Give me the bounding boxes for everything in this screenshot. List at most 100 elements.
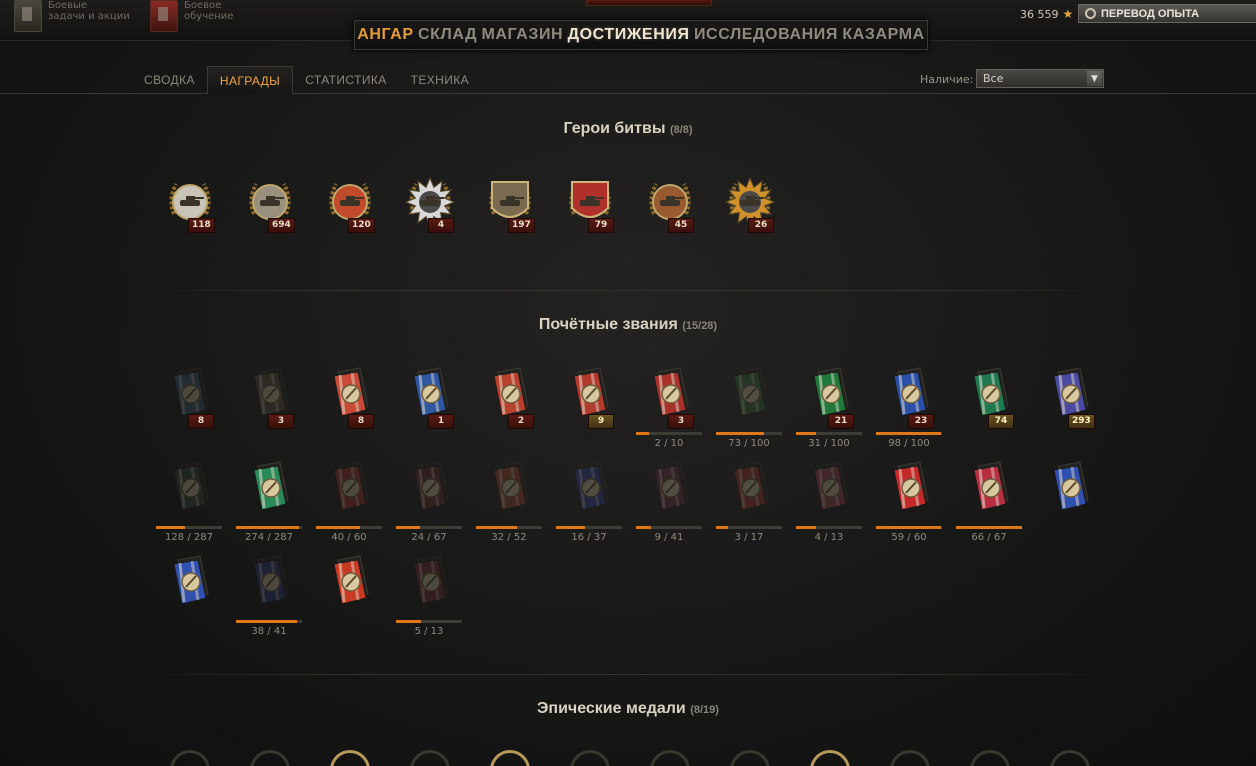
- progress-fill: [236, 526, 300, 529]
- epic-medal[interactable]: [890, 750, 930, 766]
- medal-icon: [170, 750, 210, 766]
- honor-medal[interactable]: 23 98 / 100: [876, 366, 944, 450]
- epic-medal[interactable]: [730, 750, 770, 766]
- progress-text: 3 / 17: [734, 532, 764, 543]
- progress-text: 2 / 10: [654, 438, 684, 449]
- honor-medal[interactable]: 24 / 67: [396, 460, 464, 544]
- honors-title-text: Почётные звания: [538, 316, 678, 333]
- honor-medal[interactable]: 2: [476, 366, 544, 450]
- filter-label: Наличие:: [920, 73, 974, 86]
- honor-medal[interactable]: 16 / 37: [556, 460, 624, 544]
- hero-medal[interactable]: 120: [316, 170, 384, 254]
- medal-count-badge: 4: [428, 218, 454, 233]
- medal-icon: [650, 750, 690, 766]
- epic-medal[interactable]: [810, 750, 850, 766]
- epic-medal[interactable]: [1050, 750, 1090, 766]
- hero-medal[interactable]: 45: [636, 170, 704, 254]
- honor-medal[interactable]: 38 / 41: [236, 554, 304, 638]
- availability-dropdown[interactable]: Все ▼: [976, 69, 1104, 88]
- honor-medal[interactable]: 66 / 67: [956, 460, 1024, 544]
- hero-medal[interactable]: 4: [396, 170, 464, 254]
- medal-icon: [730, 750, 770, 766]
- nav-barracks[interactable]: КАЗАРМА: [842, 26, 924, 44]
- tab-vehicles[interactable]: ТЕХНИКА: [399, 66, 481, 93]
- honor-medal[interactable]: 8: [316, 366, 384, 450]
- progress-text: 32 / 52: [491, 532, 527, 543]
- honor-medal[interactable]: 5 / 13: [396, 554, 464, 638]
- honor-medal[interactable]: 74: [956, 366, 1024, 450]
- progress-bar: [636, 432, 702, 435]
- progress-bar: [316, 526, 382, 529]
- honor-medal[interactable]: 21 31 / 100: [796, 366, 864, 450]
- honor-medal[interactable]: 1: [396, 366, 464, 450]
- epic-medal[interactable]: [970, 750, 1010, 766]
- medal-count-badge: 9: [588, 414, 614, 429]
- progress-fill: [156, 526, 186, 529]
- honor-medal[interactable]: 8: [156, 366, 224, 450]
- hero-medal[interactable]: 694: [236, 170, 304, 254]
- honor-medal[interactable]: 3 2 / 10: [636, 366, 704, 450]
- missions-label: Боевые задачи и акции: [48, 0, 130, 22]
- section-divider: [140, 290, 1116, 291]
- epic-count: (8/19): [690, 704, 719, 716]
- hero-medal[interactable]: 118: [156, 170, 224, 254]
- honor-medal[interactable]: [156, 554, 224, 638]
- hero-medal[interactable]: 197: [476, 170, 544, 254]
- hero-medal[interactable]: 79: [556, 170, 624, 254]
- honor-medal[interactable]: 73 / 100: [716, 366, 784, 450]
- progress-bar: [716, 432, 782, 435]
- honor-medal[interactable]: [1036, 460, 1104, 544]
- nav-hangar[interactable]: АНГАР: [357, 26, 413, 44]
- honor-medal[interactable]: 4 / 13: [796, 460, 864, 544]
- honor-medal[interactable]: 274 / 287: [236, 460, 304, 544]
- star-icon: ★: [1062, 7, 1074, 21]
- honor-medal[interactable]: 9 / 41: [636, 460, 704, 544]
- missions-icon: [14, 0, 42, 32]
- epic-medal[interactable]: [330, 750, 370, 766]
- epic-medal[interactable]: [650, 750, 690, 766]
- exchange-icon: [1085, 8, 1096, 19]
- tab-summary[interactable]: СВОДКА: [132, 66, 207, 93]
- honors-count: (15/28): [682, 320, 718, 332]
- hero-medal[interactable]: 26: [716, 170, 784, 254]
- honor-medal[interactable]: 59 / 60: [876, 460, 944, 544]
- honor-medal[interactable]: 3 / 17: [716, 460, 784, 544]
- honor-medal[interactable]: 3: [236, 366, 304, 450]
- nav-research[interactable]: ИССЛЕДОВАНИЯ: [694, 26, 838, 44]
- epic-medal[interactable]: [250, 750, 290, 766]
- epic-title-text: Эпические медали: [537, 700, 686, 717]
- nav-achievements[interactable]: ДОСТИЖЕНИЯ: [568, 26, 690, 44]
- epic-medal[interactable]: [570, 750, 610, 766]
- tab-statistics[interactable]: СТАТИСТИКА: [293, 66, 398, 93]
- epic-medal[interactable]: [410, 750, 450, 766]
- honor-medal[interactable]: 40 / 60: [316, 460, 384, 544]
- progress-text: 9 / 41: [654, 532, 684, 543]
- epic-medal[interactable]: [170, 750, 210, 766]
- battle-button-edge[interactable]: [586, 0, 712, 6]
- medal-icon: [410, 750, 450, 766]
- honor-medal[interactable]: 9: [556, 366, 624, 450]
- medal-count-badge: 118: [188, 218, 215, 233]
- nav-depot[interactable]: СКЛАД: [418, 26, 477, 44]
- progress-text: 274 / 287: [245, 532, 293, 543]
- progress-fill: [636, 526, 651, 529]
- honor-medal[interactable]: 128 / 287: [156, 460, 224, 544]
- medal-icon: [970, 750, 1010, 766]
- honor-medal[interactable]: 32 / 52: [476, 460, 544, 544]
- battle-missions-button[interactable]: Боевые задачи и акции: [14, 0, 130, 36]
- progress-fill: [316, 526, 361, 529]
- progress-text: 128 / 287: [165, 532, 213, 543]
- medal-count-badge: 3: [668, 414, 694, 429]
- main-nav: АНГАР СКЛАД МАГАЗИН ДОСТИЖЕНИЯ ИССЛЕДОВА…: [354, 20, 928, 50]
- progress-fill: [476, 526, 517, 529]
- honor-medal[interactable]: [316, 554, 384, 638]
- honors-title: Почётные звания (15/28): [0, 316, 1256, 334]
- training-button[interactable]: Боевое обучение: [150, 0, 233, 36]
- epic-title: Эпические медали (8/19): [0, 700, 1256, 718]
- nav-shop[interactable]: МАГАЗИН: [481, 26, 563, 44]
- epic-medal[interactable]: [490, 750, 530, 766]
- tab-awards[interactable]: НАГРАДЫ: [206, 66, 294, 94]
- xp-conversion-button[interactable]: ПЕРЕВОД ОПЫТА: [1078, 4, 1256, 23]
- honor-medal[interactable]: 293: [1036, 366, 1104, 450]
- medal-count-badge: 45: [668, 218, 694, 233]
